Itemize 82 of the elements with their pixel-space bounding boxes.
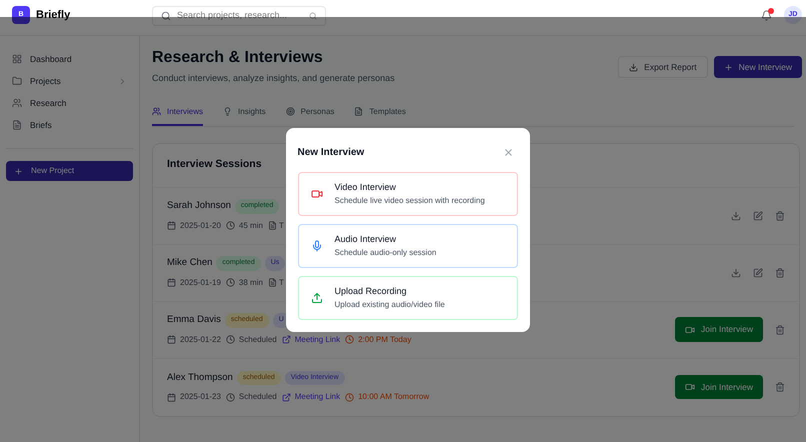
sidebar-item[interactable]: Briefs xyxy=(6,114,133,136)
sidebar-item[interactable]: Projects xyxy=(6,70,133,92)
upload-icon xyxy=(310,292,322,304)
interview-option[interactable]: Upload Recording Upload existing audio/video file xyxy=(298,276,518,320)
lightbulb-icon xyxy=(223,107,232,116)
search-icon xyxy=(161,11,171,21)
tab[interactable]: Personas xyxy=(286,106,334,126)
clock-icon xyxy=(345,392,354,402)
folder-icon xyxy=(12,76,22,86)
interviewee-name: Sarah Johnson xyxy=(167,199,231,214)
microphone-icon xyxy=(310,240,322,252)
meeting-link[interactable]: Meeting Link xyxy=(294,334,340,346)
clock-icon xyxy=(226,335,235,344)
card-title: Interview Sessions xyxy=(167,157,262,172)
session-duration: 38 min xyxy=(238,276,263,289)
session-date: 2025-01-19 xyxy=(180,276,221,289)
grid-icon xyxy=(12,54,22,64)
video-camera-icon xyxy=(685,324,696,334)
users-icon xyxy=(152,107,161,116)
delete-icon[interactable] xyxy=(775,382,785,392)
clock-icon xyxy=(226,278,235,288)
session-duration: 45 min xyxy=(238,220,263,232)
export-report-button[interactable]: Export Report xyxy=(618,56,708,78)
session-time: 10:00 AM Tomorrow xyxy=(358,391,430,404)
edit-icon[interactable] xyxy=(753,210,763,220)
clock-icon xyxy=(345,335,354,344)
document-icon xyxy=(354,107,364,116)
close-icon[interactable] xyxy=(502,146,514,158)
session-date: 2025-01-20 xyxy=(180,220,221,232)
interviewee-name: Mike Chen xyxy=(167,256,212,270)
brand-name: Briefly xyxy=(36,8,70,23)
delete-icon[interactable] xyxy=(775,268,785,278)
document-icon xyxy=(268,221,277,230)
download-icon[interactable] xyxy=(731,210,741,220)
clock-icon xyxy=(226,392,235,402)
session-detail: T xyxy=(278,220,284,232)
plus-icon xyxy=(724,62,733,72)
new-project-button[interactable]: New Project xyxy=(6,161,133,181)
external-link-icon xyxy=(282,392,291,402)
page-subtitle: Conduct interviews, analyze insights, and generate personas xyxy=(152,72,395,85)
session-time: 2:00 PM Today xyxy=(358,334,412,346)
interviewee-name: Emma Davis xyxy=(167,313,221,328)
tab[interactable]: Interviews xyxy=(152,106,204,126)
session-duration: Scheduled xyxy=(238,334,277,346)
calendar-icon xyxy=(167,221,176,230)
sidebar-item[interactable]: Research xyxy=(6,92,133,114)
delete-icon[interactable] xyxy=(775,210,785,220)
notification-icon[interactable] xyxy=(761,10,772,20)
session-duration: Scheduled xyxy=(238,391,277,404)
tab[interactable]: Insights xyxy=(223,106,266,126)
document-icon xyxy=(268,278,277,288)
dialog-title: New Interview xyxy=(298,146,364,160)
tab[interactable]: Templates xyxy=(354,106,406,126)
video-camera-icon xyxy=(310,188,322,200)
join-interview-button[interactable]: Join Interview xyxy=(675,374,763,400)
download-icon[interactable] xyxy=(731,268,741,278)
users-icon xyxy=(12,98,22,108)
calendar-icon xyxy=(167,392,176,402)
session-detail: T xyxy=(278,276,284,289)
search-icon xyxy=(309,12,317,20)
calendar-icon xyxy=(167,335,176,344)
interview-option[interactable]: Audio Interview Schedule audio-only session xyxy=(298,224,518,268)
new-interview-button[interactable]: New Interview xyxy=(714,56,802,78)
video-camera-icon xyxy=(685,382,696,392)
session-date: 2025-01-22 xyxy=(180,334,221,346)
chevron-right-icon xyxy=(118,76,127,86)
meeting-link[interactable]: Meeting Link xyxy=(294,391,340,404)
delete-icon[interactable] xyxy=(775,324,785,334)
edit-icon[interactable] xyxy=(753,268,763,278)
interviewee-name: Alex Thompson xyxy=(167,370,233,385)
calendar-icon xyxy=(167,278,176,288)
sidebar-item[interactable]: Dashboard xyxy=(6,48,133,70)
download-icon xyxy=(629,62,638,72)
clock-icon xyxy=(226,221,235,230)
external-link-icon xyxy=(282,335,291,344)
target-icon xyxy=(286,107,295,116)
interview-option[interactable]: Video Interview Schedule live video session with recording xyxy=(298,172,518,216)
document-icon xyxy=(12,120,22,130)
plus-icon xyxy=(14,166,23,176)
session-date: 2025-01-23 xyxy=(180,391,221,404)
page-title: Research & Interviews xyxy=(152,48,324,68)
join-interview-button[interactable]: Join Interview xyxy=(675,317,763,342)
